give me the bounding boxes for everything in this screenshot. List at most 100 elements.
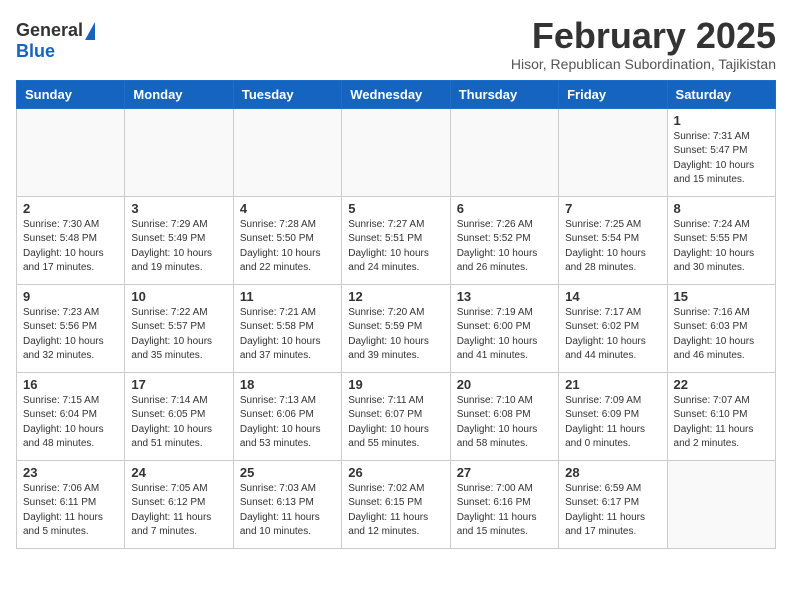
calendar-cell: 14 Sunrise: 7:17 AM Sunset: 6:02 PM Dayli… (559, 284, 667, 372)
day-number: 3 (131, 201, 226, 216)
day-number: 7 (565, 201, 660, 216)
day-number: 20 (457, 377, 552, 392)
calendar-cell: 15 Sunrise: 7:16 AM Sunset: 6:03 PM Dayli… (667, 284, 775, 372)
cell-info: Sunrise: 7:20 AM Sunset: 5:59 PM Dayligh… (348, 306, 443, 364)
day-number: 28 (565, 465, 660, 480)
day-number: 26 (348, 465, 443, 480)
cell-info: Sunrise: 7:29 AM Sunset: 5:49 PM Dayligh… (131, 218, 226, 276)
calendar-cell: 5 Sunrise: 7:27 AM Sunset: 5:51 PM Daylig… (342, 196, 450, 284)
calendar-cell: 17Sunrise: 7:14 AM Sunset: 6:05 PM Dayli… (125, 372, 233, 460)
day-number: 14 (565, 289, 660, 304)
calendar-cell: 13 Sunrise: 7:19 AM Sunset: 6:00 PM Dayli… (450, 284, 558, 372)
calendar-cell: 25Sunrise: 7:03 AM Sunset: 6:13 PM Dayli… (233, 460, 341, 548)
cell-info: Sunrise: 7:25 AM Sunset: 5:54 PM Dayligh… (565, 218, 660, 276)
calendar-cell: 10 Sunrise: 7:22 AM Sunset: 5:57 PM Dayli… (125, 284, 233, 372)
cell-info: Sunrise: 7:15 AM Sunset: 6:04 PM Dayligh… (23, 394, 118, 452)
day-number: 24 (131, 465, 226, 480)
cell-info: Sunrise: 7:28 AM Sunset: 5:50 PM Dayligh… (240, 218, 335, 276)
calendar-cell: 4 Sunrise: 7:28 AM Sunset: 5:50 PM Daylig… (233, 196, 341, 284)
calendar-cell: 22Sunrise: 7:07 AM Sunset: 6:10 PM Dayli… (667, 372, 775, 460)
calendar-cell (17, 108, 125, 196)
cell-info: Sunrise: 7:21 AM Sunset: 5:58 PM Dayligh… (240, 306, 335, 364)
week-row-4: 16 Sunrise: 7:15 AM Sunset: 6:04 PM Dayli… (17, 372, 776, 460)
calendar-cell (125, 108, 233, 196)
calendar-cell: 3 Sunrise: 7:29 AM Sunset: 5:49 PM Daylig… (125, 196, 233, 284)
cell-info: Sunrise: 7:02 AM Sunset: 6:15 PM Dayligh… (348, 482, 443, 540)
cell-info: Sunrise: 7:03 AM Sunset: 6:13 PM Dayligh… (240, 482, 335, 540)
logo-general-text: General (16, 20, 83, 41)
calendar-cell: 6 Sunrise: 7:26 AM Sunset: 5:52 PM Daylig… (450, 196, 558, 284)
logo-triangle-icon (85, 22, 95, 40)
cell-info: Sunrise: 7:26 AM Sunset: 5:52 PM Dayligh… (457, 218, 552, 276)
cell-info: Sunrise: 7:14 AM Sunset: 6:05 PM Dayligh… (131, 394, 226, 452)
day-number: 4 (240, 201, 335, 216)
calendar-cell: 7 Sunrise: 7:25 AM Sunset: 5:54 PM Daylig… (559, 196, 667, 284)
title-area: February 2025 Hisor, Republican Subordin… (511, 16, 776, 72)
day-number: 21 (565, 377, 660, 392)
day-number: 1 (674, 113, 769, 128)
cell-info: Sunrise: 7:16 AM Sunset: 6:03 PM Dayligh… (674, 306, 769, 364)
day-number: 12 (348, 289, 443, 304)
calendar-cell: 24 Sunrise: 7:05 AM Sunset: 6:12 PM Dayli… (125, 460, 233, 548)
cell-info: Sunrise: 7:17 AM Sunset: 6:02 PM Dayligh… (565, 306, 660, 364)
weekday-header-saturday: Saturday (667, 80, 775, 108)
cell-info: Sunrise: 7:19 AM Sunset: 6:00 PM Dayligh… (457, 306, 552, 364)
weekday-header-tuesday: Tuesday (233, 80, 341, 108)
cell-info: Sunrise: 7:05 AM Sunset: 6:12 PM Dayligh… (131, 482, 226, 540)
calendar-cell: 28 Sunrise: 6:59 AM Sunset: 6:17 PM Dayli… (559, 460, 667, 548)
cell-info: Sunrise: 7:31 AM Sunset: 5:47 PM Dayligh… (674, 130, 769, 188)
calendar-cell: 21 Sunrise: 7:09 AM Sunset: 6:09 PM Dayli… (559, 372, 667, 460)
cell-info: Sunrise: 6:59 AM Sunset: 6:17 PM Dayligh… (565, 482, 660, 540)
calendar-cell: 16 Sunrise: 7:15 AM Sunset: 6:04 PM Dayli… (17, 372, 125, 460)
cell-info: Sunrise: 7:10 AM Sunset: 6:08 PM Dayligh… (457, 394, 552, 452)
calendar-cell: 9 Sunrise: 7:23 AM Sunset: 5:56 PM Daylig… (17, 284, 125, 372)
location-subtitle: Hisor, Republican Subordination, Tajikis… (511, 56, 776, 72)
calendar-cell: 8 Sunrise: 7:24 AM Sunset: 5:55 PM Daylig… (667, 196, 775, 284)
day-number: 13 (457, 289, 552, 304)
weekday-header-sunday: Sunday (17, 80, 125, 108)
calendar-cell: 27Sunrise: 7:00 AM Sunset: 6:16 PM Dayli… (450, 460, 558, 548)
cell-info: Sunrise: 7:07 AM Sunset: 6:10 PM Dayligh… (674, 394, 769, 452)
day-number: 6 (457, 201, 552, 216)
day-number: 15 (674, 289, 769, 304)
cell-info: Sunrise: 7:22 AM Sunset: 5:57 PM Dayligh… (131, 306, 226, 364)
day-number: 8 (674, 201, 769, 216)
cell-info: Sunrise: 7:24 AM Sunset: 5:55 PM Dayligh… (674, 218, 769, 276)
cell-info: Sunrise: 7:30 AM Sunset: 5:48 PM Dayligh… (23, 218, 118, 276)
week-row-5: 23 Sunrise: 7:06 AM Sunset: 6:11 PM Dayli… (17, 460, 776, 548)
calendar-cell: 23 Sunrise: 7:06 AM Sunset: 6:11 PM Dayli… (17, 460, 125, 548)
logo-blue-text: Blue (16, 41, 55, 62)
day-number: 18 (240, 377, 335, 392)
weekday-header-friday: Friday (559, 80, 667, 108)
weekday-header-thursday: Thursday (450, 80, 558, 108)
day-number: 5 (348, 201, 443, 216)
week-row-2: 2Sunrise: 7:30 AM Sunset: 5:48 PM Daylig… (17, 196, 776, 284)
day-number: 16 (23, 377, 118, 392)
calendar-cell (667, 460, 775, 548)
page-header: General Blue February 2025 Hisor, Republ… (16, 16, 776, 72)
calendar-header: SundayMondayTuesdayWednesdayThursdayFrid… (17, 80, 776, 108)
calendar-cell (342, 108, 450, 196)
week-row-3: 9 Sunrise: 7:23 AM Sunset: 5:56 PM Daylig… (17, 284, 776, 372)
calendar-cell: 26 Sunrise: 7:02 AM Sunset: 6:15 PM Dayli… (342, 460, 450, 548)
calendar-table: SundayMondayTuesdayWednesdayThursdayFrid… (16, 80, 776, 549)
cell-info: Sunrise: 7:00 AM Sunset: 6:16 PM Dayligh… (457, 482, 552, 540)
calendar-cell: 12 Sunrise: 7:20 AM Sunset: 5:59 PM Dayli… (342, 284, 450, 372)
logo: General Blue (16, 16, 95, 62)
calendar-body: 1 Sunrise: 7:31 AM Sunset: 5:47 PM Daylig… (17, 108, 776, 548)
calendar-cell: 18Sunrise: 7:13 AM Sunset: 6:06 PM Dayli… (233, 372, 341, 460)
day-number: 10 (131, 289, 226, 304)
calendar-cell (450, 108, 558, 196)
day-number: 9 (23, 289, 118, 304)
weekday-header-row: SundayMondayTuesdayWednesdayThursdayFrid… (17, 80, 776, 108)
cell-info: Sunrise: 7:23 AM Sunset: 5:56 PM Dayligh… (23, 306, 118, 364)
day-number: 23 (23, 465, 118, 480)
cell-info: Sunrise: 7:06 AM Sunset: 6:11 PM Dayligh… (23, 482, 118, 540)
cell-info: Sunrise: 7:27 AM Sunset: 5:51 PM Dayligh… (348, 218, 443, 276)
day-number: 11 (240, 289, 335, 304)
weekday-header-wednesday: Wednesday (342, 80, 450, 108)
calendar-cell: 19Sunrise: 7:11 AM Sunset: 6:07 PM Dayli… (342, 372, 450, 460)
calendar-cell: 20 Sunrise: 7:10 AM Sunset: 6:08 PM Dayli… (450, 372, 558, 460)
week-row-1: 1 Sunrise: 7:31 AM Sunset: 5:47 PM Daylig… (17, 108, 776, 196)
cell-info: Sunrise: 7:09 AM Sunset: 6:09 PM Dayligh… (565, 394, 660, 452)
